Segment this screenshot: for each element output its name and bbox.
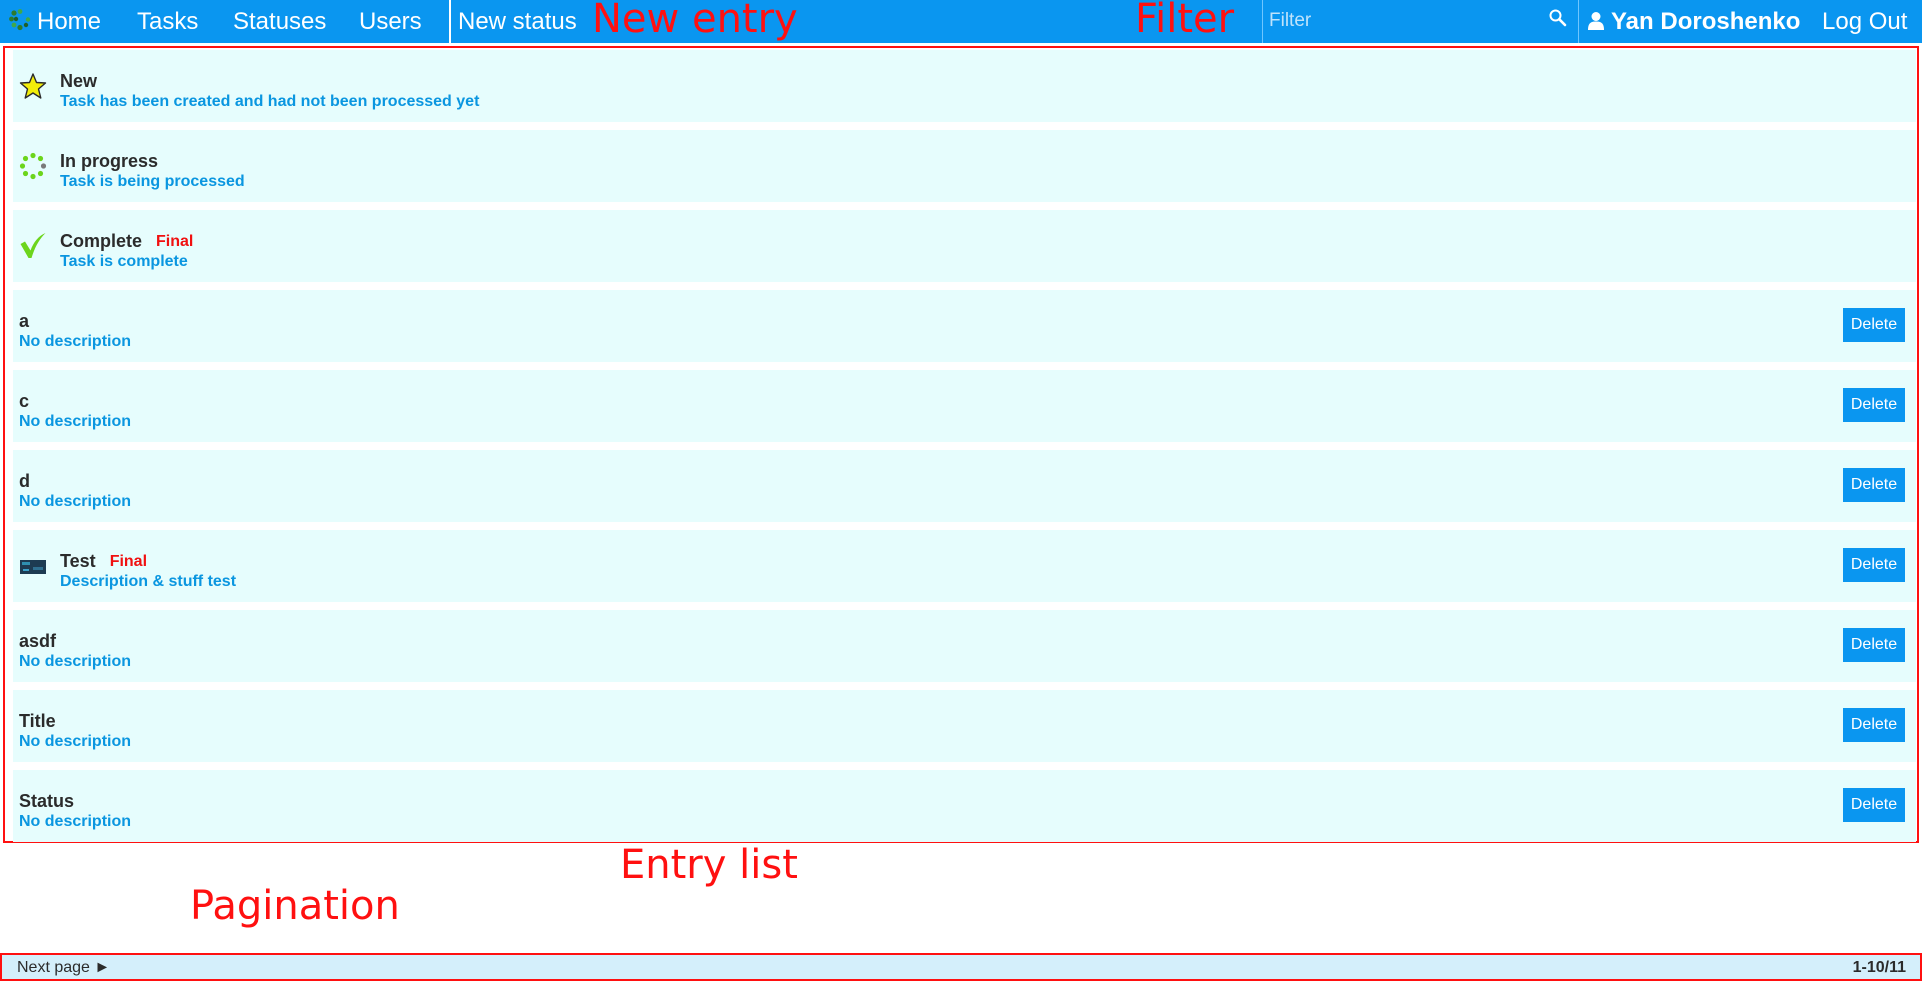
filter-input[interactable] bbox=[1267, 4, 1541, 38]
entry-description: No description bbox=[19, 333, 132, 350]
list-item[interactable]: asdf No description Delete bbox=[13, 610, 1916, 682]
list-item[interactable]: Status No description Delete bbox=[13, 770, 1916, 842]
final-badge: Final bbox=[156, 233, 194, 250]
entry-title: Title bbox=[19, 711, 56, 731]
new-status-button[interactable]: New status bbox=[458, 0, 577, 43]
checkmark-icon bbox=[20, 233, 46, 258]
list-item[interactable]: d No description Delete bbox=[13, 450, 1916, 522]
nav-separator bbox=[449, 0, 451, 43]
entry-title: a bbox=[19, 311, 30, 331]
entry-list: New Task has been created and had not be… bbox=[3, 46, 1919, 843]
delete-button[interactable]: Delete bbox=[1843, 308, 1905, 342]
annotation-pagination: Pagination bbox=[190, 883, 400, 929]
image-thumbnail-icon bbox=[20, 560, 46, 574]
delete-button[interactable]: Delete bbox=[1843, 708, 1905, 742]
nav-users-link[interactable]: Users bbox=[359, 0, 422, 43]
entry-description: No description bbox=[19, 493, 132, 510]
annotation-new-entry: New entry bbox=[592, 0, 798, 42]
entry-description: Description & stuff test bbox=[60, 573, 237, 590]
entry-title: d bbox=[19, 471, 30, 491]
pagination-bar: Next page ► 1-10/11 bbox=[0, 953, 1922, 981]
spinner-icon bbox=[19, 152, 47, 180]
user-icon bbox=[1588, 12, 1604, 30]
delete-button[interactable]: Delete bbox=[1843, 388, 1905, 422]
user-name-link[interactable]: Yan Doroshenko bbox=[1611, 0, 1800, 43]
entry-title: Test Final bbox=[60, 551, 147, 572]
entry-title-text: Complete bbox=[60, 231, 143, 251]
entry-description: No description bbox=[19, 733, 132, 750]
top-navigation-bar: Home Tasks Statuses Users New status Yan… bbox=[0, 0, 1922, 43]
logo-icon[interactable] bbox=[8, 8, 32, 32]
list-item[interactable]: Test Final Description & stuff test Delet… bbox=[13, 530, 1916, 602]
entry-title: New bbox=[60, 71, 98, 91]
annotation-filter: Filter bbox=[1135, 0, 1235, 42]
entry-description: Task is being processed bbox=[60, 173, 245, 190]
list-item[interactable]: a No description Delete bbox=[13, 290, 1916, 362]
entry-description: No description bbox=[19, 813, 132, 830]
nav-statuses-link[interactable]: Statuses bbox=[233, 0, 326, 43]
logout-link[interactable]: Log Out bbox=[1822, 0, 1907, 43]
next-page-link[interactable]: Next page ► bbox=[17, 959, 110, 977]
delete-button[interactable]: Delete bbox=[1843, 548, 1905, 582]
entry-title: Complete Final bbox=[60, 231, 193, 252]
entry-title: c bbox=[19, 391, 30, 411]
filter-box bbox=[1262, 0, 1579, 43]
entry-description: No description bbox=[19, 653, 132, 670]
entry-title-text: Test bbox=[60, 551, 96, 571]
list-item[interactable]: c No description Delete bbox=[13, 370, 1916, 442]
search-icon[interactable] bbox=[1548, 8, 1568, 28]
list-item[interactable]: In progress Task is being processed bbox=[13, 130, 1916, 202]
list-item[interactable]: New Task has been created and had not be… bbox=[13, 50, 1916, 122]
annotation-entry-list: Entry list bbox=[620, 842, 798, 888]
list-item[interactable]: Title No description Delete bbox=[13, 690, 1916, 762]
page-range-indicator: 1-10/11 bbox=[1852, 959, 1906, 976]
star-icon bbox=[19, 73, 47, 99]
entry-description: No description bbox=[19, 413, 132, 430]
entry-title: In progress bbox=[60, 151, 159, 171]
entry-title: Status bbox=[19, 791, 75, 811]
nav-tasks-link[interactable]: Tasks bbox=[137, 0, 198, 43]
entry-title: asdf bbox=[19, 631, 57, 651]
delete-button[interactable]: Delete bbox=[1843, 468, 1905, 502]
delete-button[interactable]: Delete bbox=[1843, 628, 1905, 662]
delete-button[interactable]: Delete bbox=[1843, 788, 1905, 822]
list-item[interactable]: Complete Final Task is complete bbox=[13, 210, 1916, 282]
entry-description: Task has been created and had not been p… bbox=[60, 93, 480, 110]
final-badge: Final bbox=[109, 553, 148, 570]
entry-description: Task is complete bbox=[60, 253, 188, 270]
nav-home-link[interactable]: Home bbox=[37, 0, 101, 43]
